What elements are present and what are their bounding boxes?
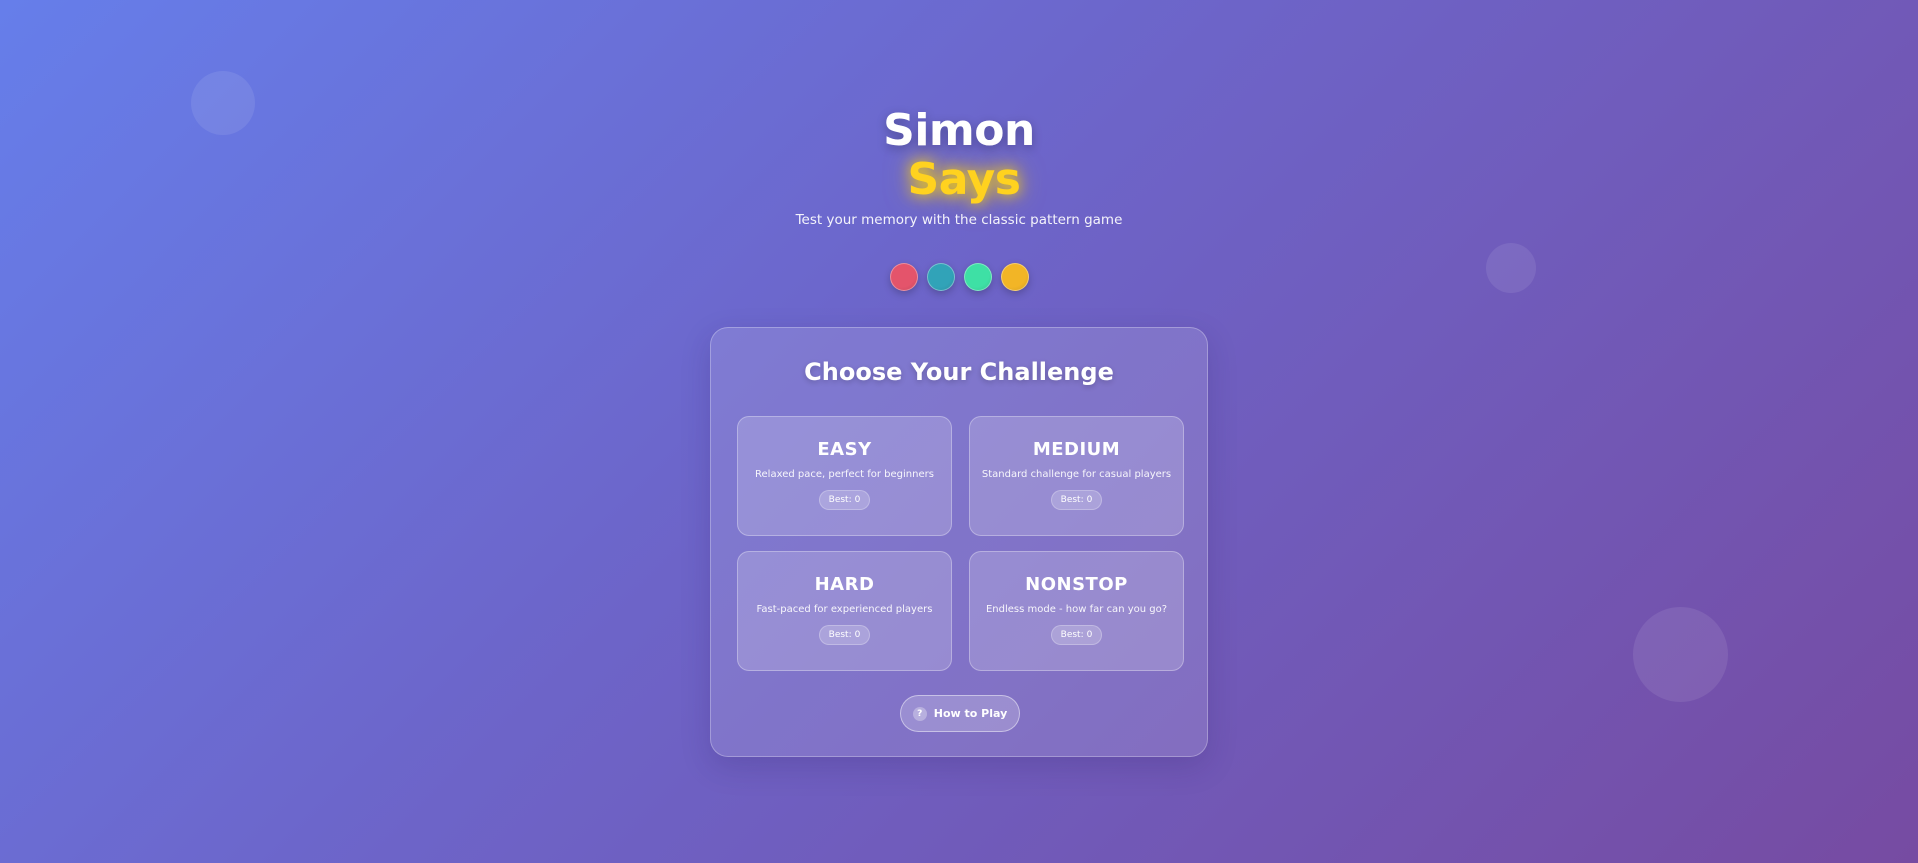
how-to-play-label: How to Play [933, 707, 1008, 720]
mode-grid: EASY Relaxed pace, perfect for beginners… [737, 416, 1184, 671]
mode-easy-button[interactable]: EASY Relaxed pace, perfect for beginners… [737, 416, 952, 536]
teal-dot [926, 263, 955, 291]
subtitle: Test your memory with the classic patter… [795, 212, 1123, 228]
best-value: 0 [854, 630, 861, 640]
mode-description: Standard challenge for casual players [981, 469, 1172, 480]
title-says: Says [907, 154, 1021, 205]
mode-name: HARD [814, 574, 875, 595]
decorative-bubble [1633, 607, 1728, 702]
green-dot [963, 263, 992, 291]
best-score-badge: Best: 0 [1050, 625, 1103, 645]
best-value: 0 [1086, 630, 1093, 640]
mode-name: EASY [817, 439, 872, 460]
mode-description: Relaxed pace, perfect for beginners [755, 469, 934, 480]
title-simon: Simon [883, 105, 1035, 156]
game-header: Simon Says Test your memory with the cla… [0, 105, 1918, 229]
best-label: Best: [1060, 630, 1084, 640]
color-dots [0, 263, 1918, 291]
help-icon: ? [912, 706, 927, 721]
mode-name: NONSTOP [1025, 574, 1128, 595]
mode-nonstop-button[interactable]: NONSTOP Endless mode - how far can you g… [969, 551, 1184, 671]
mode-description: Endless mode - how far can you go? [985, 604, 1168, 615]
mode-hard-button[interactable]: HARD Fast-paced for experienced players … [737, 551, 952, 671]
mode-description: Fast-paced for experienced players [756, 604, 933, 615]
red-dot [889, 263, 918, 291]
best-label: Best: [828, 630, 852, 640]
how-to-play-button[interactable]: ? How to Play [900, 695, 1020, 732]
mode-medium-button[interactable]: MEDIUM Standard challenge for casual pla… [969, 416, 1184, 536]
best-score-badge: Best: 0 [818, 490, 871, 510]
best-label: Best: [828, 495, 852, 505]
best-label: Best: [1060, 495, 1084, 505]
best-score-badge: Best: 0 [818, 625, 871, 645]
best-value: 0 [1086, 495, 1093, 505]
panel-title: Choose Your Challenge [804, 358, 1114, 386]
yellow-dot [1000, 263, 1029, 291]
mode-name: MEDIUM [1032, 439, 1121, 460]
challenge-panel: Choose Your Challenge EASY Relaxed pace,… [710, 327, 1208, 757]
best-score-badge: Best: 0 [1050, 490, 1103, 510]
best-value: 0 [854, 495, 861, 505]
